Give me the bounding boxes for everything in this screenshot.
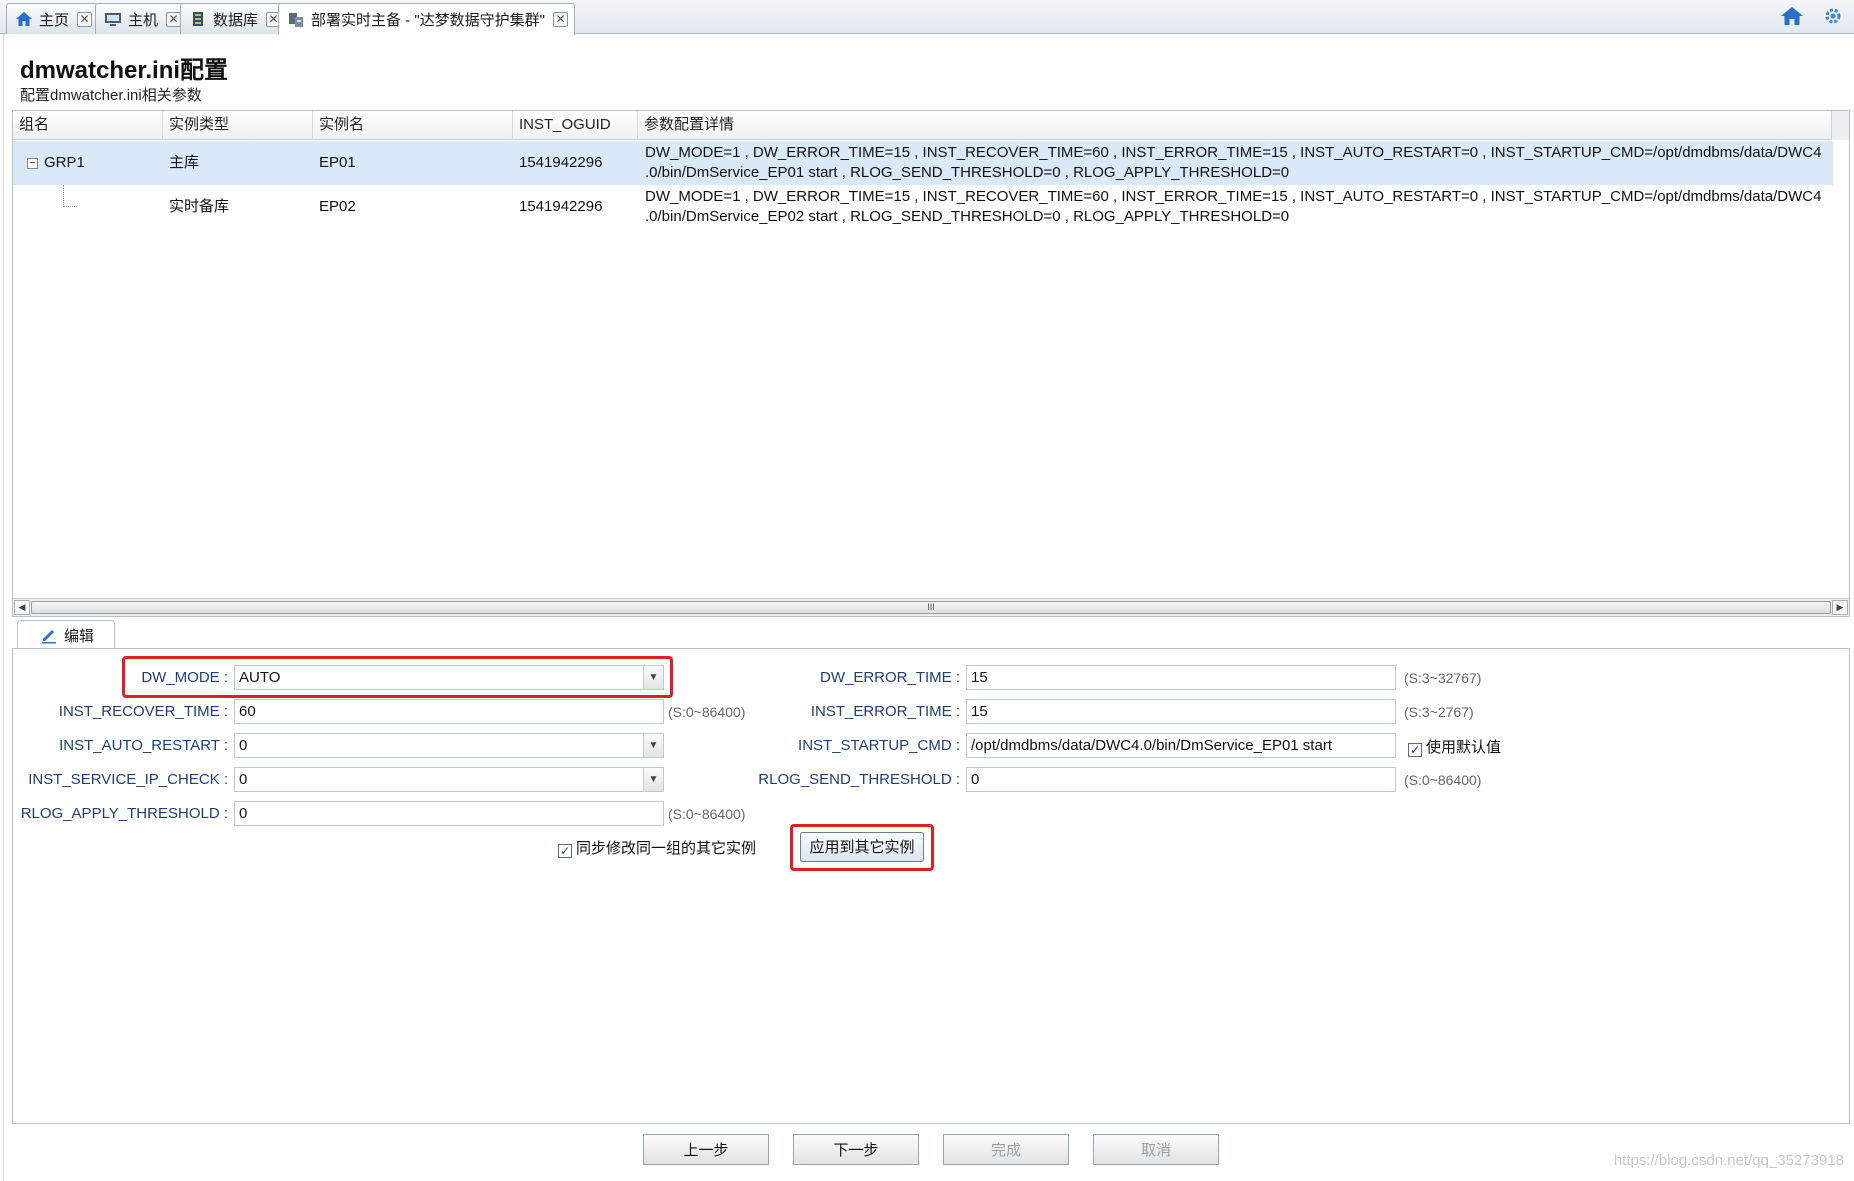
oguid-cell: 1541942296 [519,198,603,215]
tree-connector [63,185,77,207]
sync-checkbox[interactable]: ✓ [558,844,572,858]
tab-database[interactable]: 数据库 ✕ [180,3,289,34]
horizontal-scrollbar[interactable]: ◀ III ▶ [13,598,1849,616]
chevron-down-icon[interactable]: ▼ [643,734,663,757]
inst-service-ip-check-value: 0 [239,771,248,788]
type-cell: 主库 [169,154,200,171]
sync-checkbox-row[interactable]: ✓ 同步修改同一组的其它实例 [558,837,756,858]
page-title: dmwatcher.ini配置 [20,57,229,84]
watermark: https://blog.csdn.net/qq_35273918 [1613,1152,1844,1169]
use-default-checkbox-row[interactable]: ✓ 使用默认值 [1408,736,1501,757]
inst-startup-cmd-input[interactable]: /opt/dmdbms/data/DWC4.0/bin/DmService_EP… [966,733,1396,758]
home-icon[interactable] [1780,5,1804,27]
detail-cell: DW_MODE=1 , DW_ERROR_TIME=15 , INST_RECO… [639,141,1833,185]
host-icon [104,10,122,28]
name-cell: EP02 [319,198,356,215]
sync-checkbox-label: 同步修改同一组的其它实例 [576,840,757,857]
close-icon[interactable]: ✕ [166,11,182,27]
tab-deploy[interactable]: 部署实时主备 - "达梦数据守护集群" ✕ [278,3,575,35]
inst-recover-time-range: (S:0~86400) [668,704,746,720]
table-row[interactable]: 实时备库 EP02 1541942296 DW_MODE=1 , DW_ERRO… [13,185,1833,229]
rlog-apply-threshold-label: RLOG_APPLY_THRESHOLD : [20,805,228,822]
use-default-checkbox[interactable]: ✓ [1408,743,1422,757]
close-icon[interactable]: ✕ [77,11,93,27]
deploy-icon [287,11,305,29]
rlog-apply-threshold-input[interactable]: 0 [234,801,664,826]
inst-recover-time-label: INST_RECOVER_TIME : [58,703,228,720]
tab-label: 部署实时主备 - "达梦数据守护集群" [311,12,545,29]
home-icon [15,10,33,28]
detail-line: .0/bin/DmService_EP02 start , RLOG_SEND_… [645,208,1290,225]
page-subtitle: 配置dmwatcher.ini相关参数 [20,87,202,104]
scroll-right-icon[interactable]: ▶ [1832,600,1848,615]
tab-label: 数据库 [213,11,259,29]
column-header-oguid[interactable]: INST_OGUID [513,111,638,140]
prev-button[interactable]: 上一步 [643,1134,769,1165]
finish-button[interactable]: 完成 [943,1134,1069,1165]
close-icon[interactable]: ✕ [552,12,568,27]
highlight-box [122,656,673,698]
detail-line: .0/bin/DmService_EP01 start , RLOG_SEND_… [645,164,1290,181]
oguid-cell: 1541942296 [519,154,603,171]
column-header-type[interactable]: 实例类型 [163,111,313,140]
edit-icon [40,626,58,644]
inst-service-ip-check-select[interactable]: 0 ▼ [234,767,664,792]
rlog-send-threshold-input[interactable]: 0 [966,767,1396,792]
tab-host[interactable]: 主机 ✕ [95,3,189,34]
cancel-button[interactable]: 取消 [1093,1134,1219,1165]
tab-label: 主机 [128,11,159,29]
column-header-name[interactable]: 实例名 [313,111,513,140]
rlog-send-threshold-label: RLOG_SEND_THRESHOLD : [758,771,960,788]
settings-icon[interactable] [1822,5,1844,27]
dw-error-time-input[interactable]: 15 [966,665,1396,690]
config-grid: 组名 实例类型 实例名 INST_OGUID 参数配置详情 − GRP1 主库 E… [12,110,1850,617]
inst-service-ip-check-label: INST_SERVICE_IP_CHECK : [28,771,228,788]
inst-auto-restart-select[interactable]: 0 ▼ [234,733,664,758]
collapse-icon[interactable]: − [27,157,38,169]
use-default-label: 使用默认值 [1426,739,1502,756]
next-button[interactable]: 下一步 [793,1134,919,1165]
dw-error-time-range: (S:3~32767) [1404,670,1482,686]
database-icon [189,10,207,28]
name-cell: EP01 [319,154,356,171]
vertical-scrollbar[interactable] [1831,111,1849,140]
scrollbar-thumb[interactable]: III [31,601,1831,614]
highlight-box [790,824,934,871]
window-edge [0,34,4,1181]
detail-line: DW_MODE=1 , DW_ERROR_TIME=15 , INST_RECO… [645,144,1822,161]
group-cell [21,185,161,229]
inst-auto-restart-label: INST_AUTO_RESTART : [59,737,228,754]
rlog-send-threshold-range: (S:0~86400) [1404,772,1482,788]
inst-recover-time-input[interactable]: 60 [234,699,664,724]
inst-error-time-label: INST_ERROR_TIME : [810,703,960,720]
inst-auto-restart-value: 0 [239,737,248,754]
type-cell: 实时备库 [169,198,230,215]
detail-line: DW_MODE=1 , DW_ERROR_TIME=15 , INST_RECO… [645,188,1822,205]
dw-error-time-label: DW_ERROR_TIME : [819,669,960,686]
inst-startup-cmd-label: INST_STARTUP_CMD : [798,737,960,754]
tab-bar: 主页 ✕ 主机 ✕ 数据库 ✕ 部署实时主备 - "达梦数据守护集群" ✕ [0,0,1854,35]
detail-cell: DW_MODE=1 , DW_ERROR_TIME=15 , INST_RECO… [639,185,1833,229]
group-cell: − GRP1 [21,141,161,185]
tab-edit[interactable]: 编辑 [17,620,115,649]
inst-error-time-input[interactable]: 15 [966,699,1396,724]
rlog-apply-threshold-range: (S:0~86400) [668,806,746,822]
scroll-left-icon[interactable]: ◀ [14,600,30,615]
tab-home[interactable]: 主页 ✕ [6,3,100,34]
tab-label: 主页 [39,11,70,29]
column-header-detail[interactable]: 参数配置详情 [638,111,1833,140]
inst-error-time-range: (S:3~2767) [1404,704,1474,720]
table-row[interactable]: − GRP1 主库 EP01 1541942296 DW_MODE=1 , DW_… [13,141,1833,185]
tab-edit-label: 编辑 [64,627,95,645]
grid-header: 组名 实例类型 实例名 INST_OGUID 参数配置详情 [13,111,1833,140]
group-name: GRP1 [44,154,85,171]
column-header-group[interactable]: 组名 [13,111,163,140]
chevron-down-icon[interactable]: ▼ [643,768,663,791]
